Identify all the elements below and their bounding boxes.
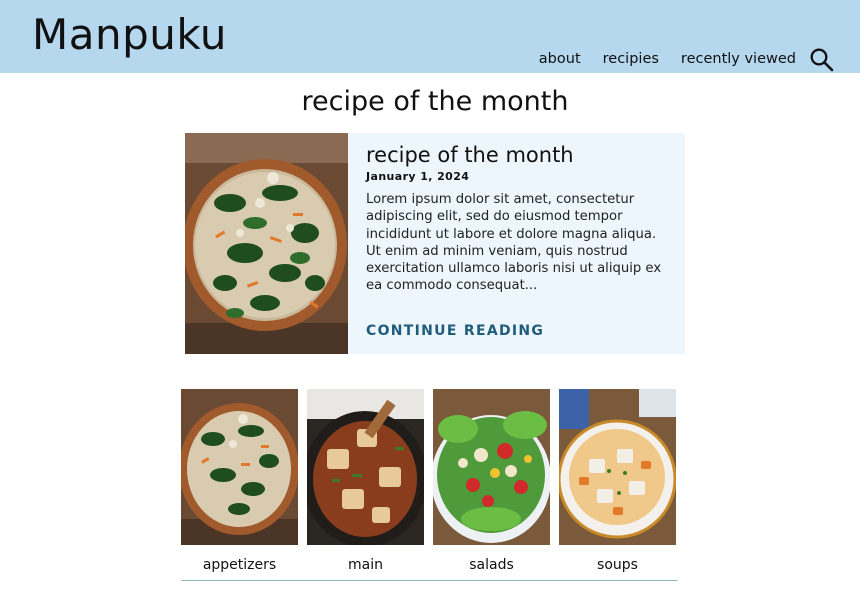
featured-recipe-date: January 1, 2024 [366, 170, 470, 183]
nav-recently-viewed[interactable]: recently viewed [681, 51, 796, 67]
featured-recipe-card: recipe of the month January 1, 2024 Lore… [185, 133, 685, 354]
category-label: main [348, 557, 383, 573]
site-logo[interactable]: Manpuku [32, 10, 227, 59]
site-header: Manpuku about recipies recently viewed [0, 0, 860, 73]
category-salads[interactable]: salads [433, 389, 550, 573]
featured-recipe-body: recipe of the month January 1, 2024 Lore… [366, 143, 671, 295]
continue-reading-link[interactable]: CONTINUE READING [366, 323, 544, 339]
category-label: soups [597, 557, 638, 573]
category-soups-image[interactable] [559, 389, 676, 545]
category-main[interactable]: main [307, 389, 424, 573]
featured-recipe-title[interactable]: recipe of the month [366, 143, 671, 167]
main-nav: about recipies recently viewed [539, 51, 796, 67]
category-main-image[interactable] [307, 389, 424, 545]
category-grid: appetizers main salads soups [181, 389, 677, 581]
category-appetizers-image[interactable] [181, 389, 298, 545]
nav-recipies[interactable]: recipies [603, 51, 659, 67]
category-salads-image[interactable] [433, 389, 550, 545]
search-icon[interactable] [809, 47, 835, 73]
featured-recipe-image[interactable] [185, 133, 348, 354]
category-appetizers[interactable]: appetizers [181, 389, 298, 573]
page-title: recipe of the month [301, 86, 569, 117]
category-label: salads [469, 557, 514, 573]
featured-recipe-excerpt: Lorem ipsum dolor sit amet, consectetur … [366, 192, 662, 294]
nav-about[interactable]: about [539, 51, 581, 67]
category-label: appetizers [202, 557, 277, 573]
category-soups[interactable]: soups [559, 389, 676, 573]
